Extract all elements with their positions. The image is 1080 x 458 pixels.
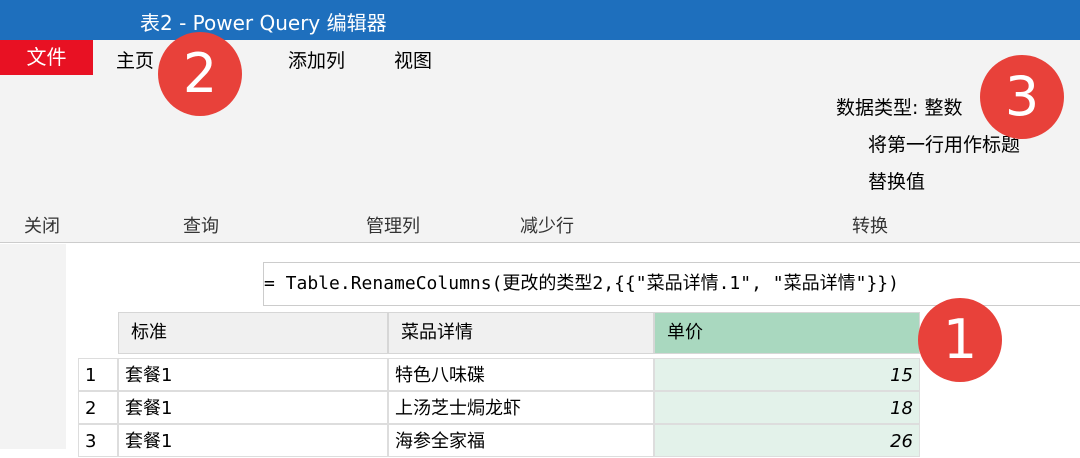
use-first-row-headers[interactable]: 将第一行用作标题 (868, 130, 1020, 157)
annotation-badge-1: 1 (918, 298, 1002, 382)
tab-add-column[interactable]: 添加列 (288, 46, 345, 73)
col-header-dish[interactable]: 菜品详情 (388, 312, 654, 354)
tab-file[interactable]: 文件 (0, 40, 93, 75)
queries-pane[interactable] (0, 244, 66, 449)
table-cell[interactable]: 18 (654, 391, 920, 424)
group-manage-columns: 管理列 (366, 216, 420, 237)
tab-home[interactable]: 主页 (116, 46, 154, 73)
table-cell[interactable]: 套餐1 (118, 391, 388, 424)
row-number: 1 (78, 358, 118, 391)
group-close: 关闭 (24, 216, 60, 237)
table-cell[interactable]: 特色八味碟 (388, 358, 654, 391)
row-number: 2 (78, 391, 118, 424)
annotation-badge-3: 3 (980, 55, 1064, 139)
annotation-badge-2: 2 (158, 32, 242, 116)
tab-view[interactable]: 视图 (394, 46, 432, 73)
group-reduce-rows: 减少行 (520, 216, 574, 237)
table-cell[interactable]: 15 (654, 358, 920, 391)
row-number: 3 (78, 424, 118, 457)
table-cell[interactable]: 套餐1 (118, 358, 388, 391)
group-transform: 转换 (852, 216, 888, 237)
replace-values[interactable]: 替换值 (868, 167, 925, 194)
data-type-dropdown[interactable]: 数据类型: 整数 (836, 93, 962, 120)
table-cell[interactable]: 26 (654, 424, 920, 457)
table-cell[interactable]: 套餐1 (118, 424, 388, 457)
window-title: 表2 - Power Query 编辑器 (140, 11, 387, 35)
col-header-standard[interactable]: 标准 (118, 312, 388, 354)
group-query: 查询 (183, 216, 219, 237)
col-header-price[interactable]: 单价 (654, 312, 920, 354)
table-cell[interactable]: 上汤芝士焗龙虾 (388, 391, 654, 424)
title-bar: 表2 - Power Query 编辑器 (0, 0, 1080, 40)
table-cell[interactable]: 海参全家福 (388, 424, 654, 457)
